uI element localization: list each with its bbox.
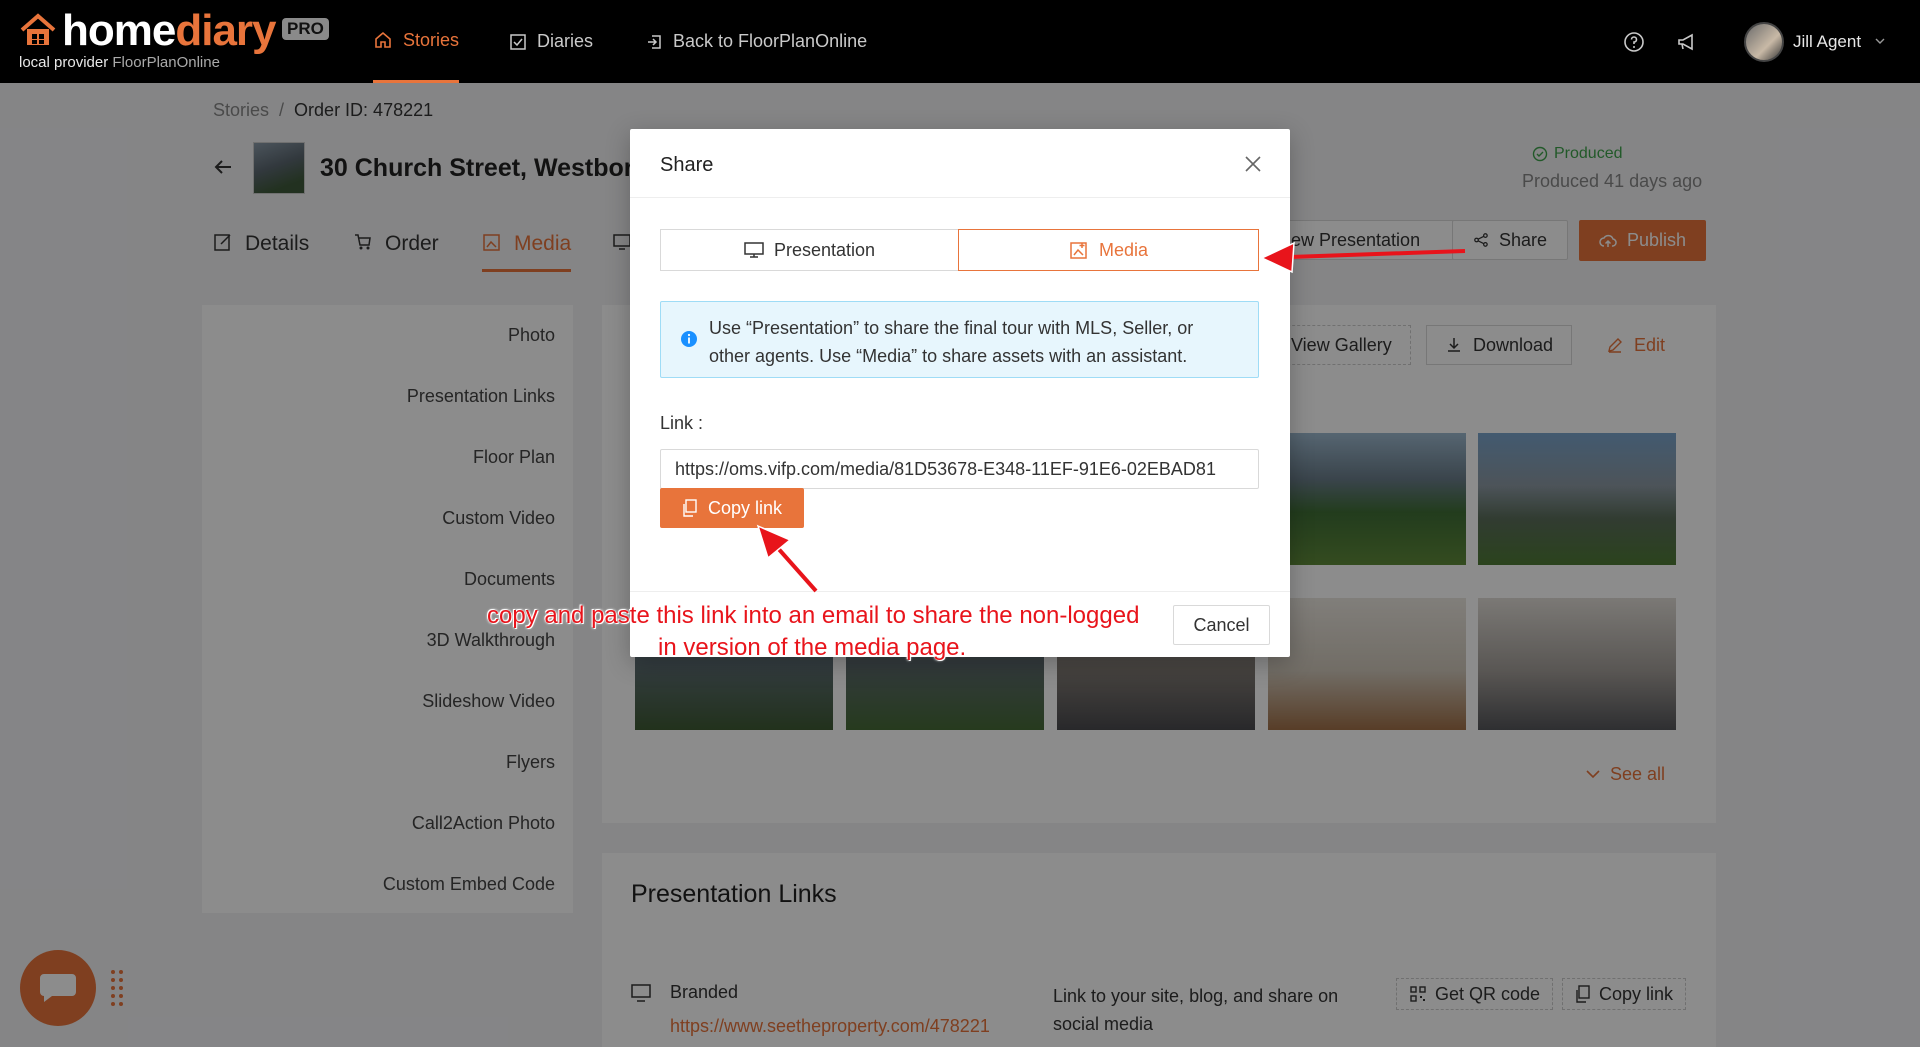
link-label: Link : [660,413,704,433]
close-icon[interactable] [1244,155,1262,173]
nav-back-to-floorplanonline[interactable]: Back to FloorPlanOnline [645,0,867,83]
monitor-icon [744,242,764,258]
copy-link-label: Copy link [707,497,783,518]
nav-stories[interactable]: Stories [373,0,460,83]
share-option-presentation[interactable]: Presentation [660,229,959,271]
help-icon[interactable] [1622,30,1646,54]
info-icon [681,331,697,347]
info-alert: Use “Presentation” to share the final to… [660,301,1259,378]
dialog-footer-divider [630,591,1290,592]
nav-back-label: Back to FloorPlanOnline [673,31,868,51]
logo-diary-text: diary [175,6,276,55]
provider-label: local provider [19,54,109,71]
diary-check-icon [510,33,526,50]
provider-name: FloorPlanOnline [112,54,220,71]
home-icon [375,31,391,48]
exit-icon [648,34,661,49]
nav-stories-label: Stories [403,29,460,50]
share-option-media-label: Media [1098,239,1149,260]
logo-home-text: home [62,6,176,55]
nav-diaries-label: Diaries [537,31,594,51]
house-logo-icon [20,13,56,45]
logo-wordmark: homediary [62,6,277,56]
nav-diaries[interactable]: Diaries [509,0,593,83]
share-dialog: Share Presentation Media Use “Presentati… [630,129,1290,657]
info-text: Use “Presentation” to share the final to… [709,318,1194,366]
pro-badge: PRO [282,18,329,40]
copy-link-button[interactable]: Copy link [660,488,804,528]
dialog-title: Share [660,154,714,176]
provider-line: local provider FloorPlanOnline [19,54,220,71]
annotation-line-1: copy and paste this link into an email t… [487,602,1140,629]
top-navigation-bar: homediary PRO local provider FloorPlanOn… [0,0,1920,83]
dialog-header-divider [630,197,1290,198]
chevron-down-icon[interactable] [1875,38,1885,44]
megaphone-icon[interactable] [1675,30,1699,54]
cancel-button[interactable]: Cancel [1173,605,1270,645]
annotation-callout: copy and paste this link into an email t… [487,600,1167,664]
share-option-media[interactable]: Media [958,229,1259,271]
annotation-line-2: in version of the media page. [658,634,967,661]
share-link-field[interactable]: https://oms.vifp.com/media/81D53678-E348… [660,449,1259,489]
share-option-presentation-label: Presentation [773,239,876,260]
media-icon [1070,242,1087,259]
user-name[interactable]: Jill Agent [1793,32,1861,52]
copy-icon [683,499,697,517]
user-avatar[interactable] [1744,22,1784,62]
